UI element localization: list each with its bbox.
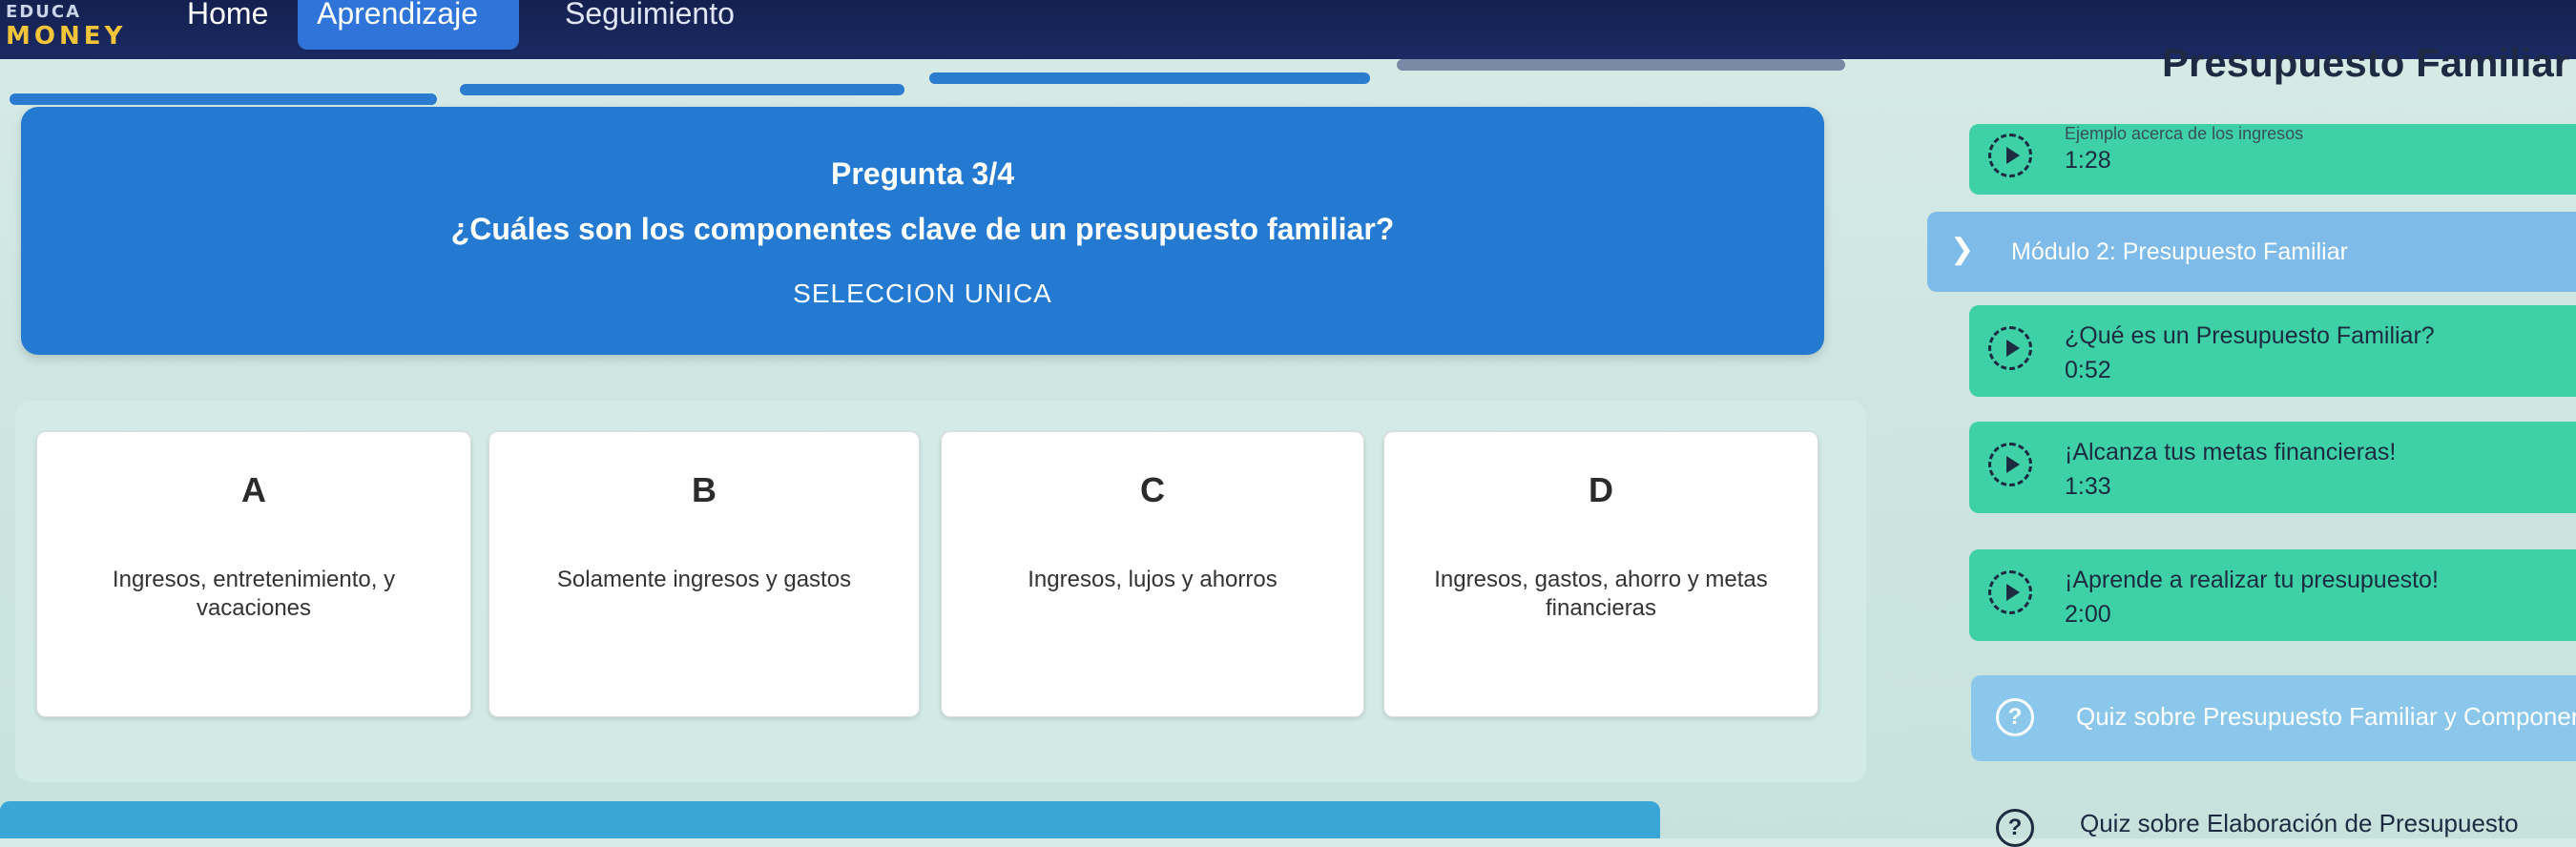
logo-text: MONEY — [6, 22, 127, 51]
app-logo[interactable]: EDUCA MONEY — [6, 2, 158, 51]
option-text: Ingresos, lujos y ahorros — [1028, 567, 1278, 592]
lesson-item-ejemplo-ingresos[interactable]: Ejemplo acerca de los ingresos 1:28 — [1969, 124, 2576, 195]
nav-seguimiento-link[interactable]: Seguimiento — [546, 0, 754, 50]
lesson-item-alcanza-metas[interactable]: ¡Alcanza tus metas financieras! 1:33 — [1969, 422, 2576, 513]
progress-segment-3 — [929, 72, 1370, 84]
progress-segment-2 — [460, 84, 904, 95]
option-letter: B — [692, 470, 717, 509]
sidebar-title: Presupuesto Familiar — [2162, 40, 2570, 85]
option-text: Ingresos, entretenimiento, y vacaciones — [112, 567, 396, 621]
chevron-right-icon: ❯ — [1950, 234, 1975, 265]
option-text: Solamente ingresos y gastos — [556, 567, 852, 592]
option-b[interactable]: B Solamente ingresos y gastos — [488, 431, 920, 717]
lesson-duration: 1:28 — [2065, 147, 2111, 174]
lesson-title: Ejemplo acerca de los ingresos — [2065, 124, 2304, 143]
bottom-action-bar[interactable] — [0, 801, 1660, 838]
lesson-duration: 0:52 — [2065, 357, 2111, 383]
quiz-item-elaboracion-presupuesto[interactable]: ? Quiz sobre Elaboración de Presupuesto — [1984, 801, 2576, 847]
progress-segment-1 — [10, 93, 437, 105]
logo-top-text: EDUCA — [6, 2, 81, 22]
lesson-item-aprende-presupuesto[interactable]: ¡Aprende a realizar tu presupuesto! 2:00 — [1969, 549, 2576, 641]
question-mark-icon: ? — [1996, 698, 2034, 736]
lesson-title: ¡Aprende a realizar tu presupuesto! — [2065, 567, 2439, 593]
nav-aprendizaje-tab[interactable]: Aprendizaje — [298, 0, 519, 50]
option-letter: A — [241, 470, 266, 509]
lesson-duration: 1:33 — [2065, 473, 2111, 500]
option-a[interactable]: A Ingresos, entretenimiento, y vacacione… — [36, 431, 471, 717]
option-c[interactable]: C Ingresos, lujos y ahorros — [941, 431, 1364, 717]
quiz-title: Quiz sobre Presupuesto Familiar y Compon… — [2076, 702, 2576, 731]
question-number: Pregunta 3/4 — [830, 156, 1015, 191]
option-letter: D — [1589, 470, 1613, 509]
nav-home-link[interactable]: Home — [168, 0, 287, 50]
quiz-title: Quiz sobre Elaboración de Presupuesto — [2080, 809, 2519, 837]
play-icon — [1988, 326, 2032, 370]
play-icon — [1988, 570, 2032, 614]
quiz-item-presupuesto-componentes[interactable]: ? Quiz sobre Presupuesto Familiar y Comp… — [1971, 675, 2576, 761]
question-card: Pregunta 3/4 ¿Cuáles son los componentes… — [21, 107, 1824, 355]
lesson-item-que-es-presupuesto[interactable]: ¿Qué es un Presupuesto Familiar? 0:52 — [1969, 305, 2576, 397]
progress-segment-4 — [1397, 59, 1845, 71]
play-icon — [1988, 134, 2032, 177]
option-letter: C — [1140, 470, 1165, 509]
lesson-title: ¡Alcanza tus metas financieras! — [2065, 439, 2397, 465]
lesson-title: ¿Qué es un Presupuesto Familiar? — [2065, 322, 2435, 349]
question-mark-icon: ? — [1996, 809, 2034, 847]
module-2-header[interactable]: ❯ Módulo 2: Presupuesto Familiar — [1927, 212, 2576, 292]
option-d[interactable]: D Ingresos, gastos, ahorro y metas finan… — [1383, 431, 1818, 717]
lesson-duration: 2:00 — [2065, 601, 2111, 628]
question-text: ¿Cuáles son los componentes clave de un … — [450, 212, 1395, 246]
option-text: Ingresos, gastos, ahorro y metas financi… — [1434, 567, 1768, 621]
play-icon — [1988, 443, 2032, 486]
question-type-label: SELECCION UNICA — [793, 279, 1052, 308]
module-title: Módulo 2: Presupuesto Familiar — [2011, 238, 2348, 265]
